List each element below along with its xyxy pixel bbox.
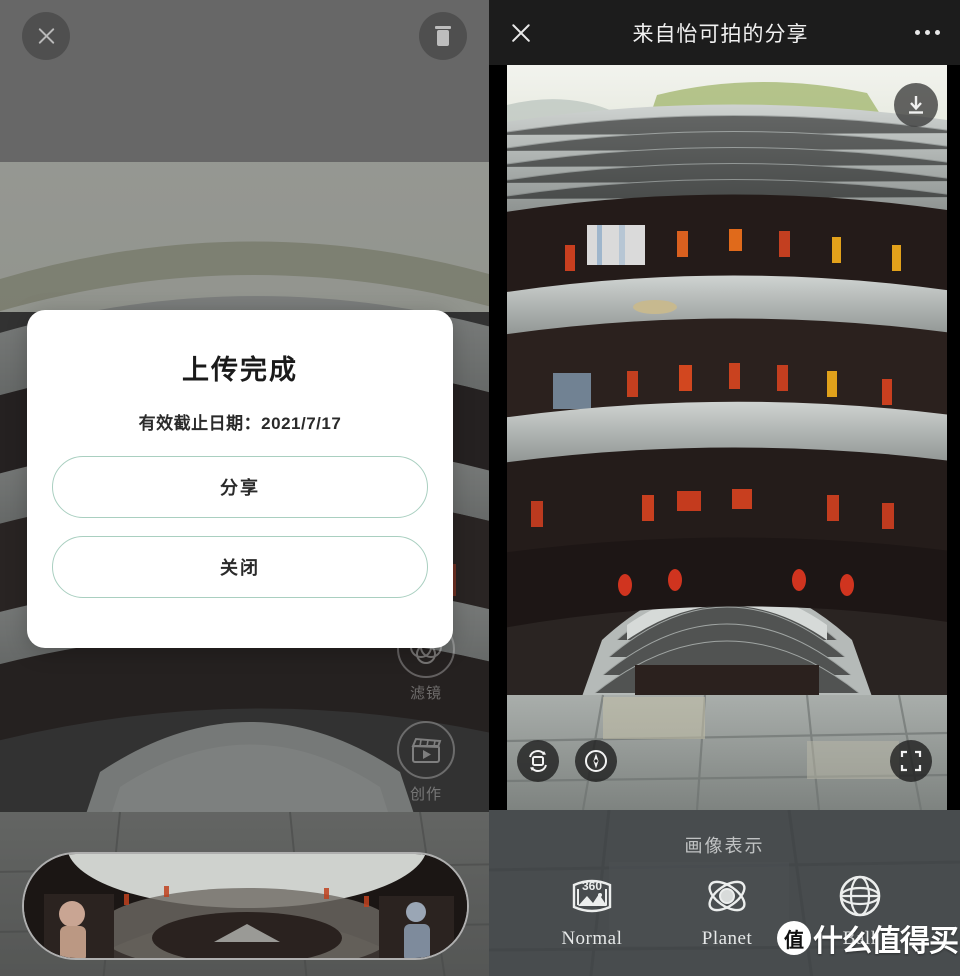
compass-icon <box>585 750 607 772</box>
mode-planet[interactable]: Planet <box>699 870 755 950</box>
panorama-360-icon: 360 <box>564 870 620 922</box>
panorama-thumbnail[interactable] <box>22 852 469 960</box>
dialog-expiry-text: 有效截止日期：2021/7/17 <box>138 414 342 433</box>
share-button[interactable]: 分享 <box>52 456 428 518</box>
svg-text:360: 360 <box>582 879 602 893</box>
panorama-viewer[interactable] <box>489 65 960 810</box>
share-title: 来自怡可拍的分享 <box>632 22 809 46</box>
planet-atom-icon <box>699 870 755 922</box>
dialog-title: 上传完成 <box>182 355 298 385</box>
more-dots-icon[interactable] <box>908 30 940 35</box>
tool-create[interactable]: 创作 <box>397 721 455 804</box>
tool-create-label: 创作 <box>409 786 442 803</box>
mode-normal[interactable]: 360 Normal <box>561 870 622 950</box>
left-top-toolbar <box>0 0 489 162</box>
site-watermark: 值 什么值得买 <box>777 916 959 960</box>
left-panel-editor: 滤镜 创作 上传完成 有效截止日期：2021/7/17 分享 关闭 <box>0 0 489 976</box>
app-screenshot: 滤镜 创作 上传完成 有效截止日期：2021/7/17 分享 关闭 来自怡可拍的… <box>0 0 960 976</box>
upload-complete-dialog: 上传完成 有效截止日期：2021/7/17 分享 关闭 <box>27 310 453 648</box>
tool-filter-label: 滤镜 <box>409 685 442 702</box>
globe-icon <box>832 870 888 922</box>
image-mode-title: 画像表示 <box>684 836 765 856</box>
close-button[interactable] <box>22 12 70 60</box>
fullscreen-icon <box>900 750 922 772</box>
mode-normal-label: Normal <box>561 928 623 949</box>
download-button[interactable] <box>894 83 938 127</box>
rotate-icon <box>529 750 547 772</box>
share-header: 来自怡可拍的分享 <box>489 0 960 65</box>
close-x-icon[interactable] <box>509 21 533 45</box>
delete-button[interactable] <box>419 12 467 60</box>
download-icon <box>909 96 923 114</box>
panorama-thumbnail-image <box>24 854 467 958</box>
fullscreen-button[interactable] <box>890 740 932 782</box>
viewer-controls <box>489 724 960 810</box>
auto-rotate-button[interactable] <box>517 740 559 782</box>
watermark-badge: 值 <box>777 921 811 955</box>
close-dialog-button[interactable]: 关闭 <box>52 536 428 598</box>
gyroscope-button[interactable] <box>575 740 617 782</box>
right-panel-share-viewer: 来自怡可拍的分享 画像表示 360 Normal Planet Ball 值 什… <box>489 0 960 976</box>
watermark-text: 什么值得买 <box>813 925 959 958</box>
mode-planet-label: Planet <box>701 928 753 949</box>
close-x-icon <box>36 26 57 47</box>
clapperboard-play-icon <box>397 721 455 779</box>
tulou-panorama-image <box>507 65 947 810</box>
trash-icon <box>435 26 451 46</box>
